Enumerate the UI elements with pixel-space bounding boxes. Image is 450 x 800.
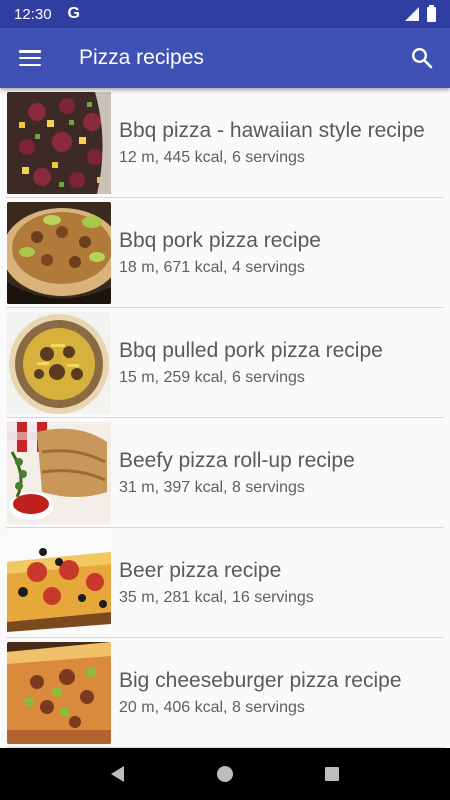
page-title: Pizza recipes [79, 46, 204, 69]
recipe-title: Beefy pizza roll-up recipe [119, 449, 355, 472]
signal-icon [405, 7, 419, 21]
recipe-title: Big cheeseburger pizza recipe [119, 669, 402, 692]
recipe-meta: 20 m, 406 kcal, 8 servings [119, 699, 305, 716]
recipe-item[interactable]: Big cheeseburger pizza recipe 20 m, 406 … [0, 638, 450, 748]
app-bar: Pizza recipes [0, 28, 450, 88]
recents-button[interactable] [312, 754, 352, 794]
back-icon [111, 766, 125, 782]
home-icon [216, 766, 233, 782]
recipe-title: Bbq pulled pork pizza recipe [119, 339, 383, 362]
system-nav-bar [0, 748, 450, 800]
recipe-meta: 31 m, 397 kcal, 8 servings [119, 479, 305, 496]
recipe-title: Bbq pizza - hawaiian style recipe [119, 119, 425, 142]
recipe-meta: 12 m, 445 kcal, 6 servings [119, 149, 305, 166]
recipe-meta: 18 m, 671 kcal, 4 servings [119, 259, 305, 276]
recipe-image [7, 532, 111, 634]
recipe-list[interactable]: Bbq pizza - hawaiian style recipe 12 m, … [0, 88, 450, 748]
status-time: 12:30 [14, 5, 52, 23]
recipe-item[interactable]: Bbq pork pizza recipe 18 m, 671 kcal, 4 … [0, 198, 450, 308]
recipe-image [7, 312, 111, 414]
recipe-meta: 15 m, 259 kcal, 6 servings [119, 369, 305, 386]
recipe-image [7, 642, 111, 744]
recents-icon [325, 767, 340, 781]
recipe-item[interactable]: Bbq pulled pork pizza recipe 15 m, 259 k… [0, 308, 450, 418]
recipe-item[interactable]: Beefy pizza roll-up recipe 31 m, 397 kca… [0, 418, 450, 528]
status-icons [405, 4, 436, 22]
recipe-image [7, 422, 111, 524]
menu-icon[interactable] [0, 28, 60, 88]
recipe-image [7, 92, 111, 194]
battery-icon [427, 4, 436, 22]
recipe-item[interactable]: Beer pizza recipe 35 m, 281 kcal, 16 ser… [0, 528, 450, 638]
recipe-title: Beer pizza recipe [119, 559, 282, 582]
search-icon[interactable] [394, 28, 450, 88]
recipe-item[interactable]: Bbq pizza - hawaiian style recipe 12 m, … [0, 88, 450, 198]
google-icon: G [67, 5, 80, 22]
back-button[interactable] [98, 754, 138, 794]
home-button[interactable] [205, 754, 245, 794]
recipe-title: Bbq pork pizza recipe [119, 229, 321, 252]
status-bar: 12:30 G [0, 0, 450, 28]
recipe-image [7, 202, 111, 304]
recipe-meta: 35 m, 281 kcal, 16 servings [119, 589, 314, 606]
